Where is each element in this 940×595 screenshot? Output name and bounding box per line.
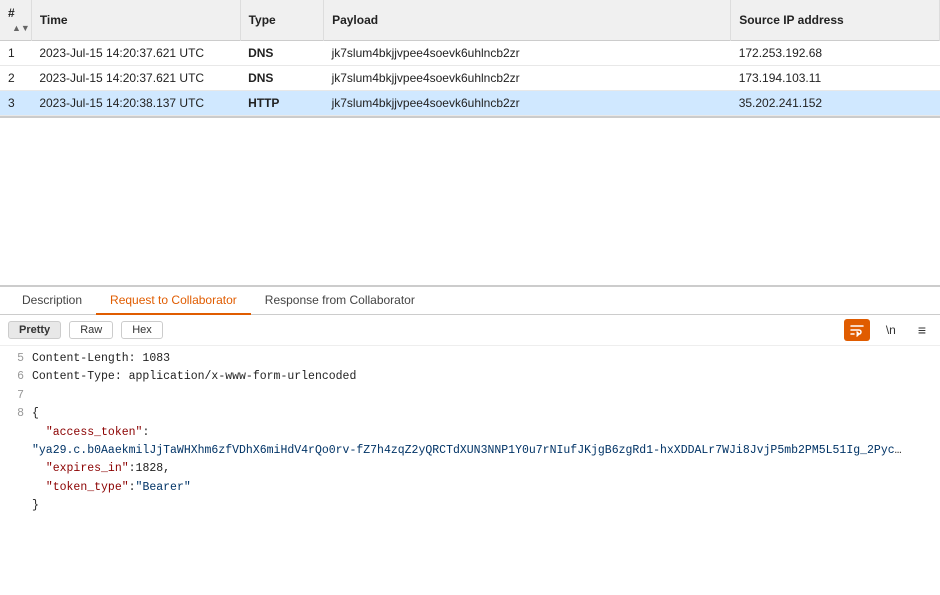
col-header-num: # ▲▼ (0, 0, 31, 41)
code-line: "access_token": (8, 424, 932, 442)
cell-ip: 172.253.192.68 (731, 41, 940, 66)
cell-ip: 173.194.103.11 (731, 66, 940, 91)
code-content: Content-Type: application/x-www-form-url… (32, 368, 932, 386)
code-content: "expires_in":1828, (32, 460, 932, 478)
code-content: { (32, 405, 932, 423)
newline-btn[interactable]: \n (878, 321, 904, 339)
line-num (8, 424, 24, 442)
col-header-payload: Payload (324, 0, 731, 41)
tab-request-to-collaborator[interactable]: Request to Collaborator (96, 287, 251, 315)
line-num: 5 (8, 350, 24, 368)
line-num (8, 442, 24, 460)
cell-num: 2 (0, 66, 31, 91)
cell-type: DNS (240, 66, 324, 91)
cell-type: HTTP (240, 91, 324, 116)
line-num: 7 (8, 387, 24, 405)
tab-bar: DescriptionRequest to CollaboratorRespon… (0, 287, 940, 315)
cell-time: 2023-Jul-15 14:20:37.621 UTC (31, 66, 240, 91)
format-btn-raw[interactable]: Raw (69, 321, 113, 339)
table-header-row: # ▲▼ Time Type Payload Source IP address (0, 0, 940, 41)
col-header-time: Time (31, 0, 240, 41)
table-section: # ▲▼ Time Type Payload Source IP address… (0, 0, 940, 118)
code-line: } (8, 497, 932, 515)
col-header-source-ip: Source IP address (731, 0, 940, 41)
menu-btn[interactable]: ≡ (912, 320, 932, 340)
col-header-type: Type (240, 0, 324, 41)
code-line-token: "ya29.c.b0AaekmilJjTaWHXhm6zfVDhX6miHdV4… (8, 442, 932, 460)
code-content: } (32, 497, 932, 515)
table-row[interactable]: 12023-Jul-15 14:20:37.621 UTCDNSjk7slum4… (0, 41, 940, 66)
data-table: # ▲▼ Time Type Payload Source IP address… (0, 0, 940, 116)
cell-num: 3 (0, 91, 31, 116)
bottom-panel: DescriptionRequest to CollaboratorRespon… (0, 285, 940, 595)
content-area: 5 Content-Length: 1083 6 Content-Type: appl… (0, 346, 940, 595)
line-num: 6 (8, 368, 24, 386)
cell-type: DNS (240, 41, 324, 66)
cell-time: 2023-Jul-15 14:20:38.137 UTC (31, 91, 240, 116)
code-line: "expires_in":1828, (8, 460, 932, 478)
code-line: 7 (8, 387, 932, 405)
format-btn-hex[interactable]: Hex (121, 321, 163, 339)
word-wrap-icon-btn[interactable] (844, 319, 870, 341)
line-num (8, 460, 24, 478)
code-content (32, 387, 932, 405)
code-line: 6 Content-Type: application/x-www-form-ur… (8, 368, 932, 386)
cell-time: 2023-Jul-15 14:20:37.621 UTC (31, 41, 240, 66)
empty-area (0, 118, 940, 285)
code-line: "token_type":"Bearer" (8, 479, 932, 497)
code-content: "access_token": (32, 424, 932, 442)
toolbar-row: Pretty Raw Hex \n ≡ (0, 315, 940, 346)
cell-num: 1 (0, 41, 31, 66)
cell-payload: jk7slum4bkjjvpee4soevk6uhlncb2zr (324, 91, 731, 116)
cell-payload: jk7slum4bkjjvpee4soevk6uhlncb2zr (324, 41, 731, 66)
cell-ip: 35.202.241.152 (731, 91, 940, 116)
tab-response-from-collaborator[interactable]: Response from Collaborator (251, 287, 429, 315)
line-num: 8 (8, 405, 24, 423)
table-row[interactable]: 32023-Jul-15 14:20:38.137 UTCHTTPjk7slum… (0, 91, 940, 116)
line-num (8, 497, 24, 515)
line-num (8, 479, 24, 497)
cell-payload: jk7slum4bkjjvpee4soevk6uhlncb2zr (324, 66, 731, 91)
table-row[interactable]: 22023-Jul-15 14:20:37.621 UTCDNSjk7slum4… (0, 66, 940, 91)
code-content: "token_type":"Bearer" (32, 479, 932, 497)
code-content: "ya29.c.b0AaekmilJjTaWHXhm6zfVDhX6miHdV4… (32, 442, 902, 460)
code-content: Content-Length: 1083 (32, 350, 932, 368)
tab-description[interactable]: Description (8, 287, 96, 315)
code-line: 8{ (8, 405, 932, 423)
format-btn-pretty[interactable]: Pretty (8, 321, 61, 339)
code-line: 5 Content-Length: 1083 (8, 350, 932, 368)
sort-arrows: ▲▼ (12, 23, 30, 33)
